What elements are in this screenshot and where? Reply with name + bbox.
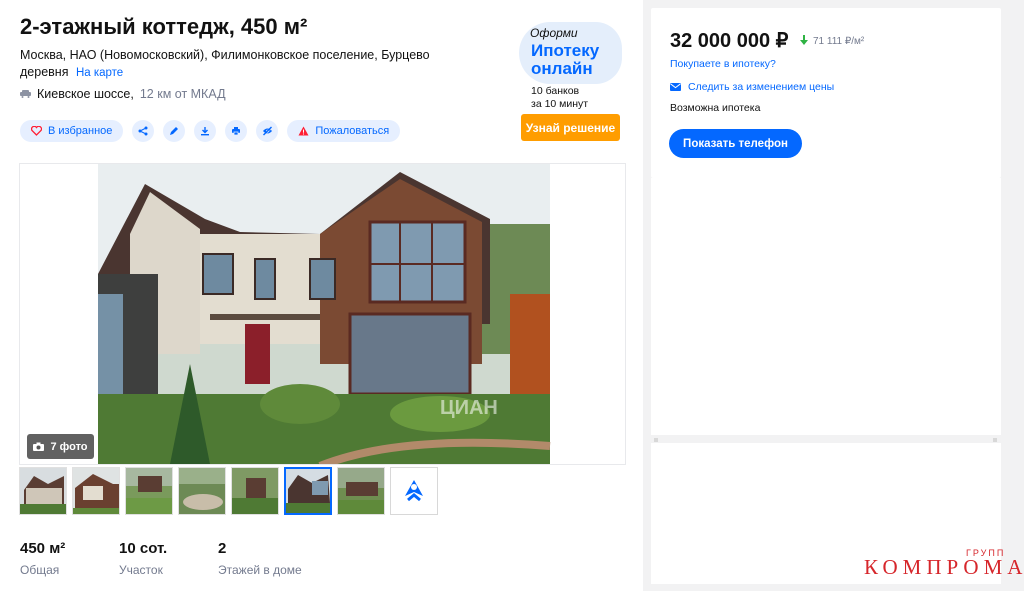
price: 32 000 000 ₽: [670, 30, 789, 52]
share-button[interactable]: [132, 120, 155, 142]
house-photo: ЦИАН: [98, 164, 551, 464]
thumbnail[interactable]: [231, 467, 279, 515]
heart-icon: [31, 126, 42, 136]
stat-value: 450 м²: [20, 540, 66, 557]
mortgage-promo-button[interactable]: Узнай решение: [521, 114, 620, 141]
stat-label: Общая: [20, 563, 60, 577]
car-icon: [20, 90, 31, 98]
price-per-m2: 71 111 ₽/м²: [813, 36, 865, 47]
hide-icon: [262, 126, 273, 136]
listing-actions: В избранное Пожаловаться: [20, 120, 401, 142]
thumbnail-image: [179, 468, 225, 514]
stat-value: 10 сот.: [119, 540, 168, 557]
thumbnail[interactable]: [178, 467, 226, 515]
thumbnail-image: [232, 468, 278, 514]
photo-count: 7 фото: [50, 440, 88, 453]
thumbnail-image: [20, 468, 66, 514]
ad-corner-marker: [993, 438, 997, 442]
print-button[interactable]: [225, 120, 248, 142]
mortgage-possible: Возможна ипотека: [670, 102, 761, 114]
map-thumbnail[interactable]: [390, 467, 438, 515]
camera-icon: [33, 442, 45, 451]
thumbnail[interactable]: [125, 467, 173, 515]
stat-floors: 2 Этажей в доме: [218, 540, 317, 577]
sidebar-ad-slot: [651, 178, 1001, 435]
mortgage-promo-banks: 10 банков за 10 минут: [531, 85, 588, 111]
follow-price-label: Следить за изменением цены: [688, 81, 835, 93]
download-button[interactable]: [194, 120, 217, 142]
complain-label: Пожаловаться: [315, 125, 390, 137]
map-pin-icon: [405, 480, 423, 502]
edit-button[interactable]: [163, 120, 186, 142]
main-photo[interactable]: ЦИАН: [19, 163, 626, 465]
mortgage-promo-banks-1: 10 банков: [531, 85, 580, 97]
complain-button[interactable]: Пожаловаться: [287, 120, 401, 142]
thumbnail-active[interactable]: [284, 467, 332, 515]
mortgage-question-link[interactable]: Покупаете в ипотеку?: [670, 58, 776, 70]
share-icon: [138, 126, 148, 136]
listing-stats: 450 м² Общая 10 сот. Участок 2 Этажей в …: [20, 540, 317, 577]
show-phone-button[interactable]: Показать телефон: [669, 129, 802, 158]
highway-name: Киевское шоссе,: [37, 87, 134, 101]
page-title: 2-этажный коттедж, 450 м²: [20, 14, 308, 39]
favorite-label: В избранное: [48, 125, 113, 137]
mail-icon: [670, 83, 681, 91]
mortgage-promo-line1: Ипотеку: [531, 41, 600, 60]
watermark-brand: КОМПРОМАТ: [864, 555, 1024, 579]
thumbnail[interactable]: [72, 467, 120, 515]
highway-distance: 12 км от МКАД: [139, 87, 226, 101]
thumbnail[interactable]: [337, 467, 385, 515]
photo-watermark: ЦИАН: [440, 397, 498, 419]
mortgage-promo-banks-2: за 10 минут: [531, 98, 589, 110]
stat-total-area: 450 м² Общая: [20, 540, 119, 577]
mortgage-promo-small: Оформи: [530, 26, 578, 40]
thumbnail-image: [126, 468, 172, 514]
address: Москва, НАО (Новомосковский), Филимонков…: [20, 47, 440, 82]
stat-label: Участок: [119, 563, 163, 577]
highway-info: Киевское шоссе, 12 км от МКАД: [20, 87, 226, 101]
price-down-arrow-icon: [800, 35, 808, 45]
stat-label: Этажей в доме: [218, 563, 302, 577]
mortgage-promo-title: Ипотеку онлайн: [531, 42, 599, 78]
thumbnail-image: [338, 468, 384, 514]
download-icon: [201, 127, 210, 136]
follow-price-link[interactable]: Следить за изменением цены: [670, 81, 834, 93]
ad-corner-marker: [654, 438, 658, 442]
map-link[interactable]: На карте: [76, 67, 123, 79]
print-icon: [232, 127, 241, 136]
edit-icon: [170, 127, 179, 135]
mortgage-promo-line2: онлайн: [531, 59, 593, 78]
thumbnail-image: [73, 468, 119, 514]
warning-icon: [298, 126, 309, 136]
thumbnail-image: [286, 469, 330, 513]
photo-count-badge[interactable]: 7 фото: [27, 434, 94, 459]
hide-button[interactable]: [256, 120, 279, 142]
stat-land-area: 10 сот. Участок: [119, 540, 218, 577]
favorite-button[interactable]: В избранное: [20, 120, 124, 142]
stat-value: 2: [218, 540, 227, 557]
photo-thumbnails: [19, 467, 438, 515]
thumbnail[interactable]: [19, 467, 67, 515]
